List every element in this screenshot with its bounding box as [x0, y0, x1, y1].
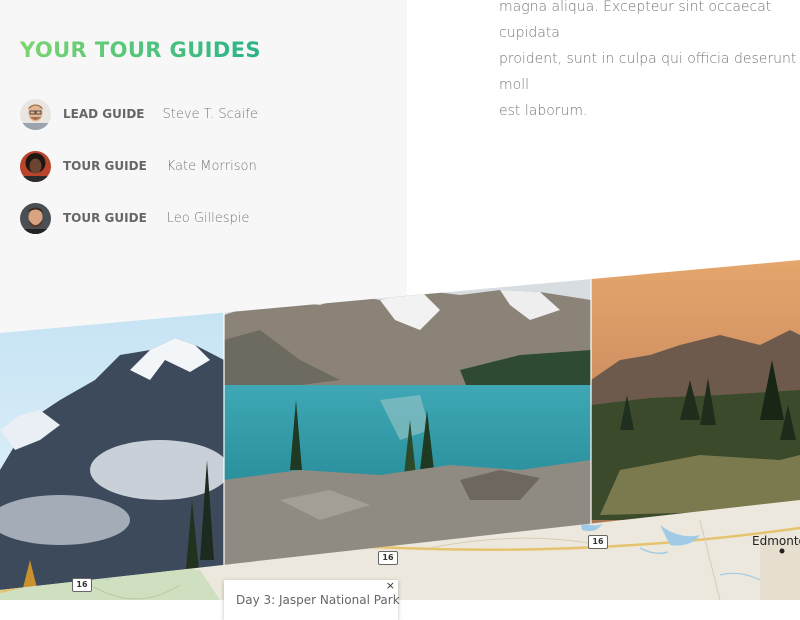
close-icon[interactable]: × [386, 579, 395, 592]
highway-shield: 16 [72, 578, 92, 592]
map-popup-text: Day 3: Jasper National Park [236, 593, 400, 607]
map-popup[interactable]: Day 3: Jasper National Park × [224, 579, 400, 620]
tour-map[interactable] [0, 0, 800, 600]
highway-shield: 16 [378, 551, 398, 565]
map-city-label: Edmonto [752, 534, 800, 548]
highway-shield: 16 [588, 535, 608, 549]
